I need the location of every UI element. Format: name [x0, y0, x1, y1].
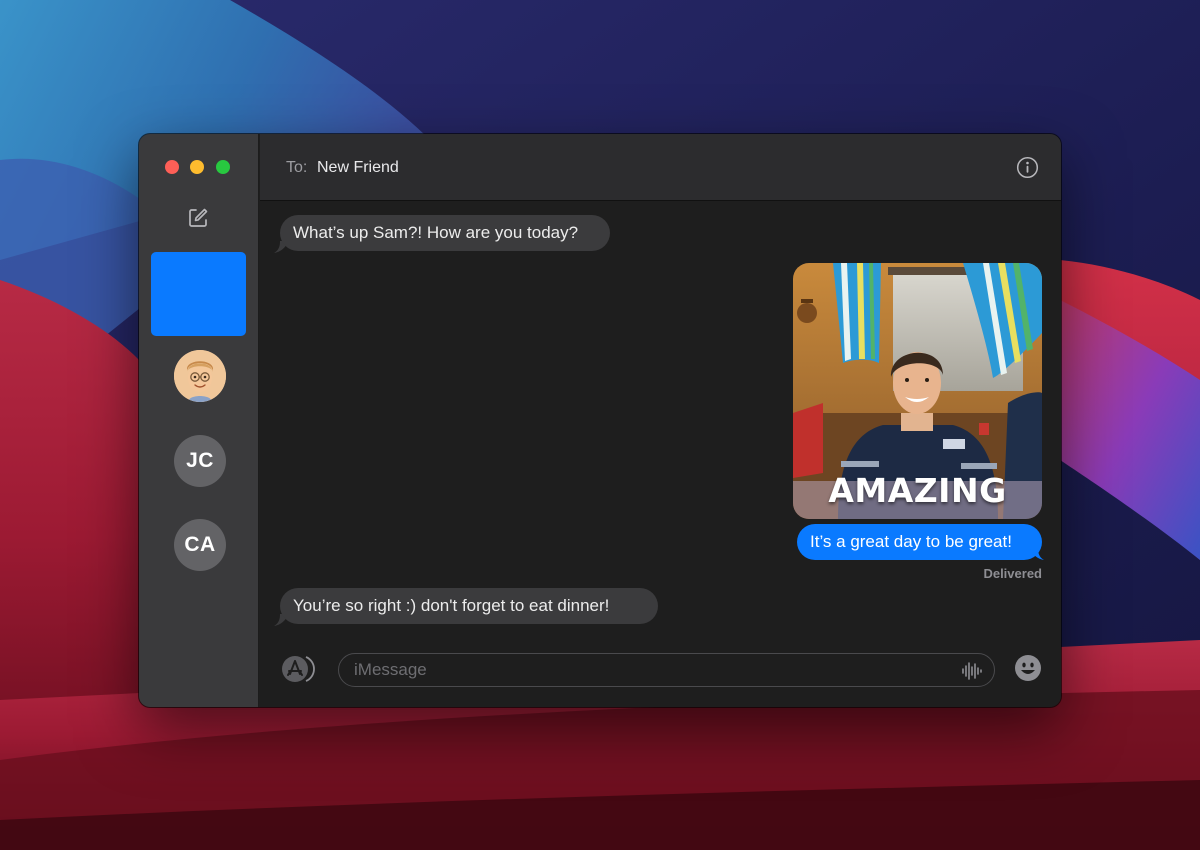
message-bubble-outgoing[interactable]: It’s a great day to be great!: [797, 524, 1042, 560]
minimize-window-button[interactable]: [190, 160, 204, 174]
app-store-icon: [282, 656, 315, 682]
gif-caption: AMAZING: [828, 471, 1007, 510]
message-gif[interactable]: AMAZING: [793, 263, 1042, 519]
message-input-container: [338, 653, 995, 687]
messages-window: JC CA To: New Friend What’s up Sam?! How…: [139, 134, 1061, 707]
memoji-avatar: [174, 350, 226, 402]
maximize-window-button[interactable]: [216, 160, 230, 174]
to-label: To:: [286, 159, 308, 176]
emoji-icon: [1015, 655, 1041, 681]
message-bubble-incoming[interactable]: You’re so right :) don't forget to eat d…: [280, 588, 658, 624]
compose-button[interactable]: [187, 207, 209, 229]
conversation-item-ca[interactable]: CA: [174, 519, 226, 571]
recipient-name[interactable]: New Friend: [317, 159, 399, 177]
conversation-item-selected[interactable]: [151, 252, 246, 336]
conversation-item-memoji[interactable]: [174, 350, 226, 402]
message-bubble-incoming[interactable]: What’s up Sam?! How are you today?: [280, 215, 610, 251]
dictation-button[interactable]: [961, 660, 983, 682]
conversation-pane: To: New Friend What’s up Sam?! How are y…: [260, 134, 1061, 707]
sidebar: JC CA: [139, 134, 259, 707]
message-input[interactable]: [354, 654, 944, 686]
bubble-tail: [1030, 548, 1044, 560]
info-icon: [1016, 156, 1039, 179]
avatar-initials: JC: [186, 449, 214, 472]
waveform-icon: [962, 662, 982, 680]
avatar-initials: CA: [184, 533, 216, 556]
compose-icon: [189, 208, 208, 227]
conversation-item-jc[interactable]: JC: [174, 435, 226, 487]
conversation-header: To: New Friend: [260, 134, 1061, 201]
info-button[interactable]: [1016, 156, 1039, 179]
apps-button[interactable]: [280, 653, 316, 685]
emoji-button[interactable]: [1014, 654, 1042, 682]
close-window-button[interactable]: [165, 160, 179, 174]
delivery-status: Delivered: [983, 566, 1042, 581]
